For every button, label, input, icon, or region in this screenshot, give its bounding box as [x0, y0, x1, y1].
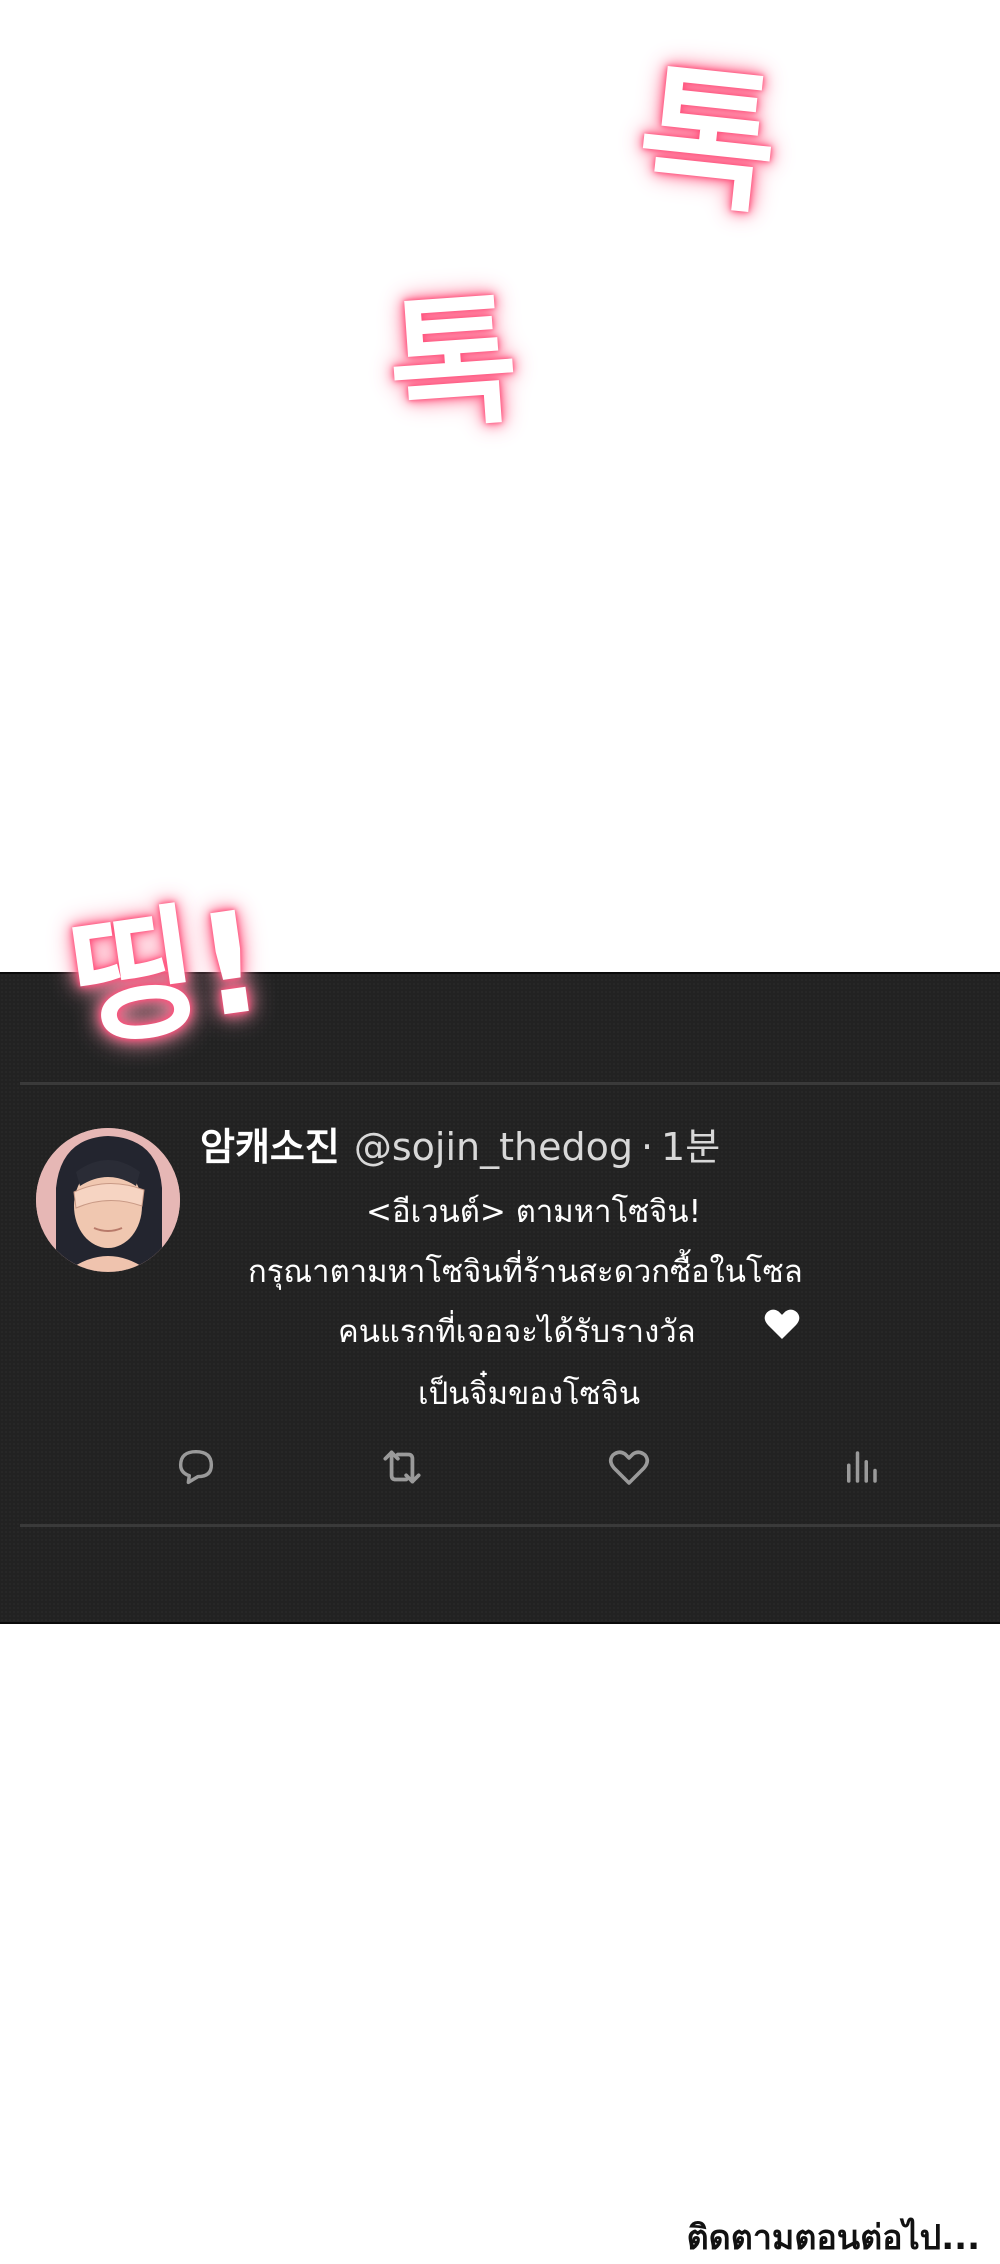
avatar[interactable] — [36, 1128, 180, 1272]
user-handle[interactable]: @sojin_thedog — [354, 1125, 633, 1169]
tweet-text-line-3: คนแรกที่เจอจะได้รับรางวัล — [338, 1314, 696, 1350]
tweet-text-line-4: เป็นจิ๋มของโซจิน — [418, 1376, 641, 1412]
reply-button[interactable] — [171, 1442, 221, 1492]
sfx-ting: 띵! — [59, 880, 273, 1069]
tweet-header: 암캐소진 @sojin_thedog · 1분 — [200, 1116, 720, 1169]
time-separator: · — [640, 1125, 654, 1169]
like-icon — [608, 1450, 650, 1485]
bottom-divider — [20, 1524, 1000, 1527]
retweet-icon — [383, 1450, 421, 1484]
sfx-tok-top: 톡 — [600, 51, 790, 219]
reply-icon — [178, 1449, 214, 1485]
tweet-text-line-2: กรุณาตามหาโซจินที่ร้านสะดวกซื้อในโซล — [248, 1254, 803, 1290]
avatar-image — [36, 1128, 180, 1272]
tweet-text-line-1: <อีเวนต์> ตามหาโซจิน! — [366, 1194, 702, 1230]
timestamp[interactable]: 1분 — [661, 1116, 720, 1171]
top-divider — [20, 1082, 1000, 1085]
display-name[interactable]: 암캐소진 — [200, 1116, 340, 1171]
tweet-panel: 암캐소진 @sojin_thedog · 1분 <อีเวนต์> ตามหาโ… — [0, 972, 1000, 1624]
to-be-continued-text: ติดตามตอนต่อไป... — [686, 2218, 980, 2258]
like-button[interactable] — [604, 1442, 654, 1492]
views-button[interactable] — [836, 1442, 886, 1492]
retweet-button[interactable] — [377, 1442, 427, 1492]
sfx-tok-middle: 톡 — [354, 284, 527, 436]
heart-emoji-icon — [762, 1304, 802, 1344]
views-icon — [847, 1451, 877, 1483]
